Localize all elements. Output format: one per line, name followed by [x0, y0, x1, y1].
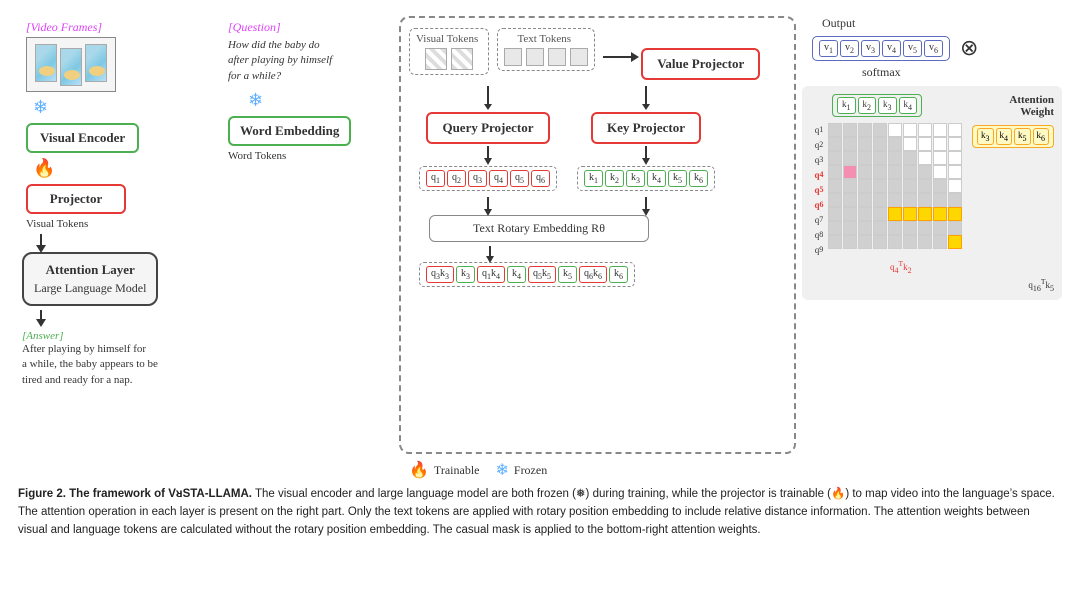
k-tokens-row: k1 k2 k3 k4 k5 k6 — [577, 166, 715, 191]
k6-bottom-token: k6 — [609, 266, 628, 283]
v6-token: v6 — [924, 40, 943, 57]
text-tokens-box-label: Text Tokens — [517, 33, 571, 45]
attention-weight-title: Attention Weight — [1009, 94, 1054, 118]
legend-row: 🔥 Trainable ❄ Frozen — [399, 460, 796, 480]
snowflake-icon-legend: ❄ — [495, 460, 508, 480]
k3-bottom-token: k3 — [456, 266, 475, 283]
dashed-outer-box: Visual Tokens Text Tokens — [399, 16, 796, 454]
answer-body: After playing by himself for a while, th… — [22, 342, 158, 388]
q1k4-token: q1k4 — [477, 266, 505, 283]
caption-bold-part: The framework of VᴚSTA-LLAMA. — [69, 488, 252, 500]
text-token-cell-2 — [526, 48, 544, 66]
v5-token: v5 — [903, 40, 922, 57]
bottom-tokens-row: q3k3 k3 q1k4 k4 q5k5 k5 q6k6 k6 — [419, 262, 786, 287]
k5-token: k5 — [668, 170, 687, 187]
caption-area: Figure 2. The framework of VᴚSTA-LLAMA. … — [18, 480, 1062, 539]
visual-encoder-box: Visual Encoder — [26, 123, 139, 153]
k1-k4-highlight: k1 k2 k3 k4 — [832, 94, 922, 117]
row-label-q4: q4 — [810, 168, 828, 182]
frozen-label: Frozen — [514, 463, 547, 478]
v4-token: v4 — [882, 40, 901, 57]
row-label-q9: q9 — [810, 243, 828, 257]
attention-grid — [828, 123, 962, 249]
v1-token: v1 — [819, 40, 838, 57]
middle-left-panel: [Question] How did the baby do after pla… — [218, 10, 393, 480]
output-label: Output — [822, 16, 1062, 31]
figure-number: Figure 2. — [18, 488, 66, 500]
row-label-q8: q8 — [810, 228, 828, 242]
text-token-cell-3 — [548, 48, 566, 66]
q5k5-token: q5k5 — [528, 266, 556, 283]
row-label-q5: q5 — [810, 183, 828, 197]
right-panel: Output v1 v2 v3 v4 v5 v6 ⊗ softmax — [802, 10, 1062, 480]
softmax-label: softmax — [862, 65, 1062, 80]
v-tokens-row: v1 v2 v3 v4 v5 v6 ⊗ — [812, 35, 1062, 61]
row-label-q3: q3 — [810, 153, 828, 167]
projector-box: Projector — [26, 184, 126, 214]
video-frame-3 — [85, 44, 107, 82]
rotary-box: Text Rotary Embedding Rθ — [429, 215, 649, 242]
video-frames-box — [26, 37, 116, 92]
k4-bottom-token: k4 — [507, 266, 526, 283]
q4-k2-label: q4Tk2 — [890, 259, 1054, 275]
question-text: How did the baby do after playing by him… — [228, 38, 332, 84]
key-projector-box: Key Projector — [591, 112, 701, 144]
visual-tokens-box-label: Visual Tokens — [416, 33, 478, 45]
k3-k6-yellow: k3 k4 k5 k6 — [972, 125, 1054, 148]
q6k6-token: q6k6 — [579, 266, 607, 283]
row-label-q7: q7 — [810, 213, 828, 227]
word-tokens-label: Word Tokens — [228, 150, 286, 162]
row-label-q1: q1 — [810, 123, 828, 137]
snowflake-icon-word: ❄ — [248, 90, 263, 111]
key-branch: Key Projector k1 k2 k3 k4 — [577, 86, 715, 211]
k6-token: k6 — [689, 170, 708, 187]
attention-weight-area: k1 k2 k3 k4 q1 q2 q3 — [802, 86, 1062, 300]
q-tokens-row: q1 q2 q3 q4 q5 q6 — [419, 166, 557, 191]
video-frame-2 — [60, 48, 82, 86]
q3k3-token: q3k3 — [426, 266, 454, 283]
k4-token: k4 — [647, 170, 666, 187]
q1-token: q1 — [426, 170, 445, 187]
q3-token: q3 — [468, 170, 487, 187]
q6-token: q6 — [531, 170, 550, 187]
query-projector-box: Query Projector — [426, 112, 549, 144]
v3-token: v3 — [861, 40, 880, 57]
text-token-cell-1 — [504, 48, 522, 66]
row-label-q2: q2 — [810, 138, 828, 152]
k3-token: k3 — [626, 170, 645, 187]
q16-k5-label: q16Tk5 — [810, 277, 1054, 293]
attention-llm-box: Attention Layer Large Language Model — [22, 252, 158, 306]
middle-panel: Visual Tokens Text Tokens — [393, 10, 802, 480]
diagram-area: [Video Frames] ❄ Visual Encoder 🔥 Projec… — [18, 10, 1062, 480]
visual-tokens-group: Visual Tokens — [409, 28, 489, 75]
video-frames-label: [Video Frames] — [26, 20, 102, 35]
row-label-q6: q6 — [810, 198, 828, 212]
k1-token: k1 — [584, 170, 603, 187]
trainable-label: Trainable — [434, 463, 480, 478]
word-embedding-box: Word Embedding — [228, 116, 351, 146]
k2-token: k2 — [605, 170, 624, 187]
text-tokens-group: Text Tokens — [497, 28, 595, 71]
answer-label: [Answer] — [22, 330, 64, 342]
left-panel: [Video Frames] ❄ Visual Encoder 🔥 Projec… — [18, 10, 218, 480]
q2-token: q2 — [447, 170, 466, 187]
video-frame-1 — [35, 44, 57, 82]
visual-tokens-label: Visual Tokens — [26, 218, 88, 230]
fire-icon-projector: 🔥 — [33, 158, 55, 179]
fire-icon-legend: 🔥 — [409, 460, 429, 480]
otimes-symbol: ⊗ — [960, 35, 978, 61]
value-projector-box: Value Projector — [641, 48, 760, 80]
text-token-cell-4 — [570, 48, 588, 66]
visual-token-cell-2 — [451, 48, 473, 70]
main-container: [Video Frames] ❄ Visual Encoder 🔥 Projec… — [0, 0, 1080, 592]
query-branch: Query Projector q1 q2 q3 q4 — [419, 86, 557, 211]
q5-token: q5 — [510, 170, 529, 187]
q4-token: q4 — [489, 170, 508, 187]
v2-token: v2 — [840, 40, 859, 57]
question-label: [Question] — [228, 20, 281, 35]
snowflake-icon-visual: ❄ — [33, 97, 48, 118]
visual-token-cell-1 — [425, 48, 447, 70]
k5-bottom-token: k5 — [558, 266, 577, 283]
